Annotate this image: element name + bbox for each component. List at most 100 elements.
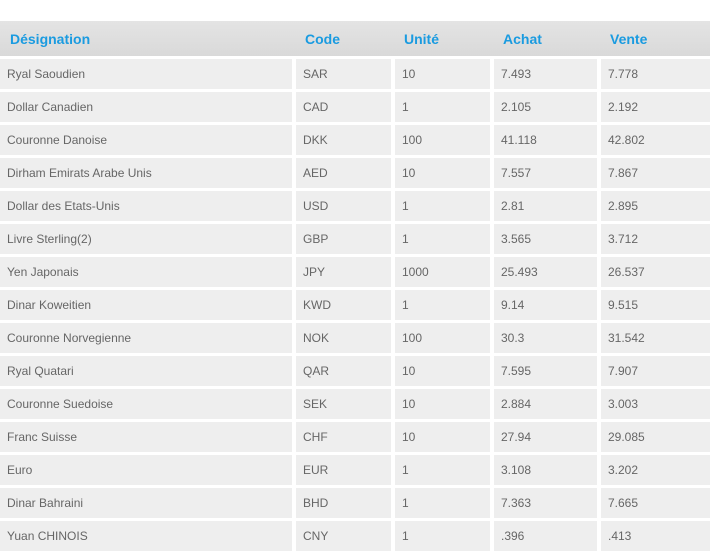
exchange-rate-table: Désignation Code Unité Achat Vente Ryal … bbox=[0, 21, 710, 554]
cell-designation: Euro bbox=[0, 455, 296, 488]
cell-code: CHF bbox=[296, 422, 395, 455]
cell-code: AED bbox=[296, 158, 395, 191]
cell-unite: 10 bbox=[395, 422, 494, 455]
cell-designation: Dinar Koweitien bbox=[0, 290, 296, 323]
cell-unite: 1 bbox=[395, 290, 494, 323]
header-row: Désignation Code Unité Achat Vente bbox=[0, 21, 710, 59]
cell-achat: 7.363 bbox=[494, 488, 601, 521]
cell-vente: 7.867 bbox=[601, 158, 710, 191]
cell-designation: Ryal Saoudien bbox=[0, 59, 296, 92]
table-row: Dollar des Etats-Unis USD 1 2.81 2.895 bbox=[0, 191, 710, 224]
cell-unite: 1 bbox=[395, 224, 494, 257]
cell-code: CNY bbox=[296, 521, 395, 554]
table-row: Dirham Emirats Arabe Unis AED 10 7.557 7.867 bbox=[0, 158, 710, 191]
cell-unite: 10 bbox=[395, 389, 494, 422]
table-row: Euro EUR 1 3.108 3.202 bbox=[0, 455, 710, 488]
cell-code: SEK bbox=[296, 389, 395, 422]
cell-vente: 7.778 bbox=[601, 59, 710, 92]
cell-code: EUR bbox=[296, 455, 395, 488]
table-row: Livre Sterling(2) GBP 1 3.565 3.712 bbox=[0, 224, 710, 257]
cell-unite: 1 bbox=[395, 191, 494, 224]
cell-vente: 3.003 bbox=[601, 389, 710, 422]
exchange-rate-table-container: Désignation Code Unité Achat Vente Ryal … bbox=[0, 21, 710, 554]
cell-code: USD bbox=[296, 191, 395, 224]
table-row: Dollar Canadien CAD 1 2.105 2.192 bbox=[0, 92, 710, 125]
cell-achat: 3.565 bbox=[494, 224, 601, 257]
table-row: Dinar Koweitien KWD 1 9.14 9.515 bbox=[0, 290, 710, 323]
cell-vente: 3.202 bbox=[601, 455, 710, 488]
cell-designation: Couronne Danoise bbox=[0, 125, 296, 158]
cell-achat: 2.81 bbox=[494, 191, 601, 224]
cell-unite: 10 bbox=[395, 356, 494, 389]
cell-code: NOK bbox=[296, 323, 395, 356]
cell-vente: 9.515 bbox=[601, 290, 710, 323]
cell-designation: Couronne Suedoise bbox=[0, 389, 296, 422]
header-achat: Achat bbox=[494, 21, 601, 59]
cell-unite: 100 bbox=[395, 125, 494, 158]
cell-designation: Dollar Canadien bbox=[0, 92, 296, 125]
cell-code: CAD bbox=[296, 92, 395, 125]
cell-vente: 26.537 bbox=[601, 257, 710, 290]
cell-vente: 2.895 bbox=[601, 191, 710, 224]
cell-achat: 41.118 bbox=[494, 125, 601, 158]
table-row: Yen Japonais JPY 1000 25.493 26.537 bbox=[0, 257, 710, 290]
cell-vente: .413 bbox=[601, 521, 710, 554]
cell-code: GBP bbox=[296, 224, 395, 257]
table-row: Couronne Norvegienne NOK 100 30.3 31.542 bbox=[0, 323, 710, 356]
cell-unite: 10 bbox=[395, 59, 494, 92]
cell-unite: 1 bbox=[395, 488, 494, 521]
cell-achat: 30.3 bbox=[494, 323, 601, 356]
cell-unite: 1 bbox=[395, 92, 494, 125]
cell-designation: Dirham Emirats Arabe Unis bbox=[0, 158, 296, 191]
table-row: Dinar Bahraini BHD 1 7.363 7.665 bbox=[0, 488, 710, 521]
cell-achat: 27.94 bbox=[494, 422, 601, 455]
cell-unite: 1000 bbox=[395, 257, 494, 290]
cell-designation: Livre Sterling(2) bbox=[0, 224, 296, 257]
table-row: Ryal Saoudien SAR 10 7.493 7.778 bbox=[0, 59, 710, 92]
header-designation: Désignation bbox=[0, 21, 296, 59]
cell-designation: Dollar des Etats-Unis bbox=[0, 191, 296, 224]
cell-vente: 2.192 bbox=[601, 92, 710, 125]
cell-achat: 2.105 bbox=[494, 92, 601, 125]
cell-designation: Ryal Quatari bbox=[0, 356, 296, 389]
cell-code: QAR bbox=[296, 356, 395, 389]
cell-code: JPY bbox=[296, 257, 395, 290]
cell-achat: 25.493 bbox=[494, 257, 601, 290]
header-code: Code bbox=[296, 21, 395, 59]
header-unite: Unité bbox=[395, 21, 494, 59]
table-row: Yuan CHINOIS CNY 1.396.413 bbox=[0, 521, 710, 554]
table-body: Ryal Saoudien SAR 10 7.493 7.778 Dollar Canad… bbox=[0, 59, 710, 554]
cell-achat: 7.493 bbox=[494, 59, 601, 92]
cell-achat: .396 bbox=[494, 521, 601, 554]
cell-code: DKK bbox=[296, 125, 395, 158]
header-vente: Vente bbox=[601, 21, 710, 59]
table-row: Franc Suisse CHF 10 27.94 29.085 bbox=[0, 422, 710, 455]
cell-code: BHD bbox=[296, 488, 395, 521]
cell-achat: 9.14 bbox=[494, 290, 601, 323]
cell-vente: 7.665 bbox=[601, 488, 710, 521]
cell-vente: 42.802 bbox=[601, 125, 710, 158]
cell-designation: Franc Suisse bbox=[0, 422, 296, 455]
cell-vente: 31.542 bbox=[601, 323, 710, 356]
cell-vente: 29.085 bbox=[601, 422, 710, 455]
cell-achat: 2.884 bbox=[494, 389, 601, 422]
cell-unite: 1 bbox=[395, 455, 494, 488]
cell-vente: 7.907 bbox=[601, 356, 710, 389]
table-header: Désignation Code Unité Achat Vente bbox=[0, 21, 710, 59]
cell-designation: Yen Japonais bbox=[0, 257, 296, 290]
cell-designation: Dinar Bahraini bbox=[0, 488, 296, 521]
cell-unite: 10 bbox=[395, 158, 494, 191]
cell-code: KWD bbox=[296, 290, 395, 323]
table-row: Couronne Suedoise SEK 10 2.884 3.003 bbox=[0, 389, 710, 422]
table-row: Ryal Quatari QAR 10 7.595 7.907 bbox=[0, 356, 710, 389]
cell-unite: 100 bbox=[395, 323, 494, 356]
cell-code: SAR bbox=[296, 59, 395, 92]
cell-designation: Yuan CHINOIS bbox=[0, 521, 296, 554]
cell-achat: 7.595 bbox=[494, 356, 601, 389]
table-row: Couronne Danoise DKK 100 41.118 42.802 bbox=[0, 125, 710, 158]
cell-designation: Couronne Norvegienne bbox=[0, 323, 296, 356]
cell-achat: 3.108 bbox=[494, 455, 601, 488]
cell-unite: 1 bbox=[395, 521, 494, 554]
cell-vente: 3.712 bbox=[601, 224, 710, 257]
cell-achat: 7.557 bbox=[494, 158, 601, 191]
